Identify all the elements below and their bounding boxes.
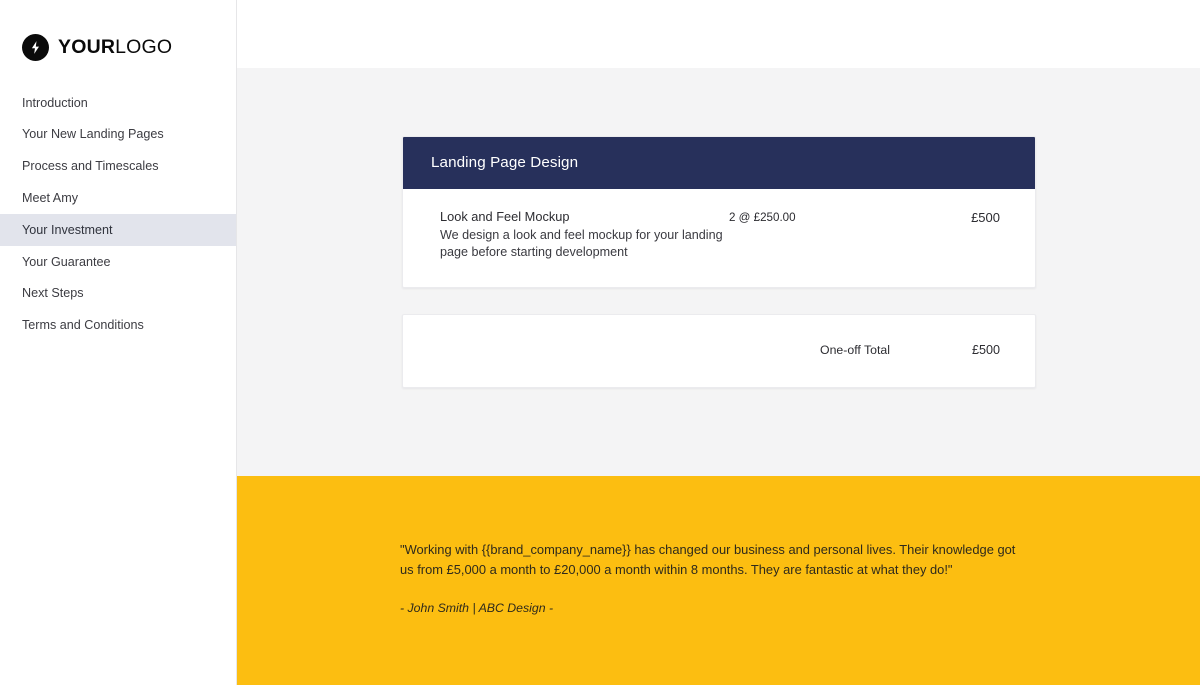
total-amount: £500 xyxy=(971,343,1000,358)
line-item-quantity: 2 @ £250.00 xyxy=(729,211,796,224)
brand-name-strong: YOUR xyxy=(58,35,116,58)
testimonial-attribution: - John Smith | ABC Design - xyxy=(400,601,554,615)
brand-logo[interactable]: YOURLOGO xyxy=(0,0,236,68)
line-item-description-column: Look and Feel Mockup We design a look an… xyxy=(440,209,728,261)
sidebar-item-your-guarantee[interactable]: Your Guarantee xyxy=(0,246,236,278)
pricing-card-header: Landing Page Design xyxy=(403,137,1035,189)
sidebar-item-your-investment[interactable]: Your Investment xyxy=(0,214,236,246)
totals-card: One-off Total £500 xyxy=(402,313,1036,388)
line-item-description: We design a look and feel mockup for you… xyxy=(440,227,723,259)
sidebar-item-meet-amy[interactable]: Meet Amy xyxy=(0,182,236,214)
brand-name-light: LOGO xyxy=(115,35,173,58)
sidebar-nav: Introduction Your New Landing Pages Proc… xyxy=(0,87,236,341)
testimonial-section: "Working with {{brand_company_name}} has… xyxy=(237,476,1200,685)
top-bar xyxy=(237,0,1200,68)
sidebar-item-terms-and-conditions[interactable]: Terms and Conditions xyxy=(0,310,236,342)
pricing-card-body: Look and Feel Mockup We design a look an… xyxy=(403,189,1035,287)
sidebar-item-next-steps[interactable]: Next Steps xyxy=(0,278,236,310)
main-content: Landing Page Design Look and Feel Mockup… xyxy=(237,0,1200,685)
testimonial-quote: "Working with {{brand_company_name}} has… xyxy=(400,542,1016,577)
sidebar: YOURLOGO Introduction Your New Landing P… xyxy=(0,0,237,685)
lightning-bolt-icon xyxy=(22,34,49,61)
line-item-title: Look and Feel Mockup xyxy=(440,209,570,224)
brand-name: YOURLOGO xyxy=(58,35,173,58)
sidebar-item-process-and-timescales[interactable]: Process and Timescales xyxy=(0,151,236,183)
testimonial-inner: "Working with {{brand_company_name}} has… xyxy=(400,540,1034,617)
pricing-card: Landing Page Design Look and Feel Mockup… xyxy=(402,136,1036,288)
pricing-card-wrapper: Landing Page Design Look and Feel Mockup… xyxy=(402,136,1036,388)
sidebar-item-introduction[interactable]: Introduction xyxy=(0,87,236,119)
line-item: Look and Feel Mockup We design a look an… xyxy=(440,209,1000,261)
sidebar-item-your-new-landing-pages[interactable]: Your New Landing Pages xyxy=(0,119,236,151)
proposal-page: YOURLOGO Introduction Your New Landing P… xyxy=(0,0,1200,685)
pricing-card-title: Landing Page Design xyxy=(431,154,579,172)
line-item-amount: £500 xyxy=(971,210,1000,225)
total-label: One-off Total xyxy=(820,343,890,358)
investment-section: Landing Page Design Look and Feel Mockup… xyxy=(237,68,1200,476)
